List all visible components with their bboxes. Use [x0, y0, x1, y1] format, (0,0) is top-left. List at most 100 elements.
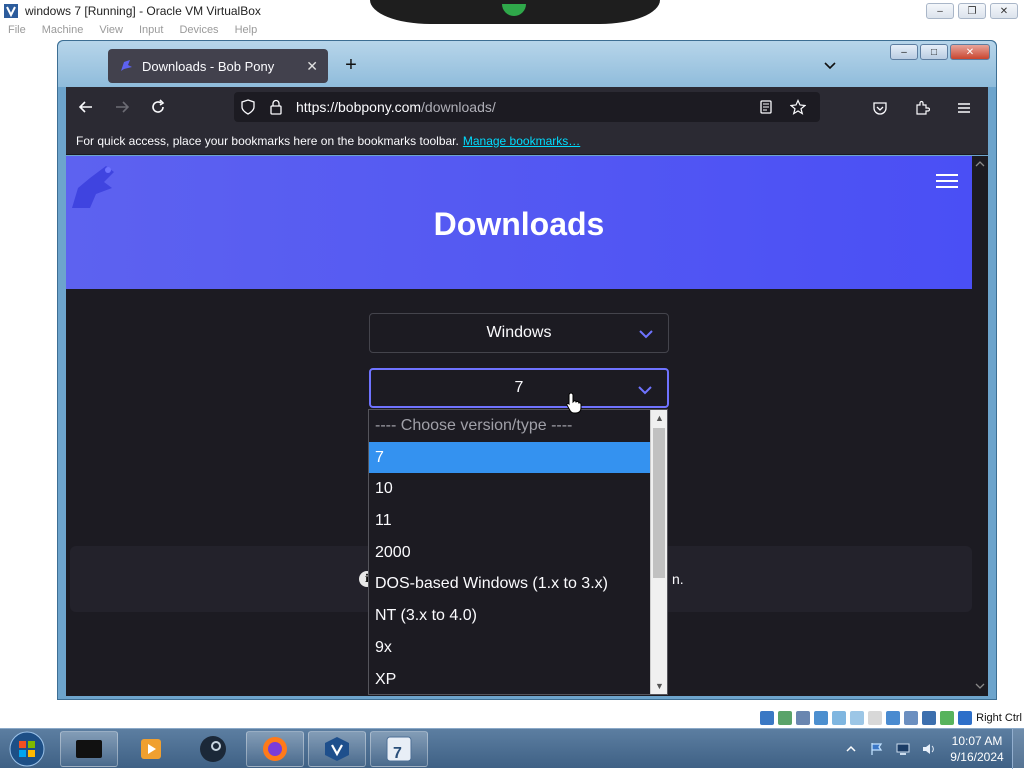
dropdown-option[interactable]: 11: [369, 505, 651, 537]
dropdown-option[interactable]: NT (3.x to 4.0): [369, 600, 651, 632]
vbox-minitoolbar-notch: [370, 0, 660, 24]
extensions-button[interactable]: [906, 92, 938, 124]
url-text: https://bobpony.com/downloads/: [296, 99, 496, 115]
menu-devices[interactable]: Devices: [171, 24, 226, 40]
dropdown-option[interactable]: DOS-based Windows (1.x to 3.x): [369, 568, 651, 600]
mouse-integration-status-icon[interactable]: [940, 711, 955, 725]
show-desktop-button[interactable]: [1012, 729, 1024, 769]
volume-icon[interactable]: [921, 741, 937, 757]
pocket-button[interactable]: [864, 92, 896, 124]
page-title: Downloads: [433, 206, 605, 242]
taskbar-media-player-button[interactable]: [122, 731, 180, 767]
app-menu-button[interactable]: [948, 92, 980, 124]
optical-drive-status-icon[interactable]: [778, 711, 793, 725]
navigation-toolbar: https://bobpony.com/downloads/: [66, 87, 988, 127]
steam-icon: [200, 736, 226, 762]
list-all-tabs-chevron-icon[interactable]: [822, 57, 838, 73]
display-status-icon[interactable]: [868, 711, 883, 725]
reader-view-icon[interactable]: [752, 93, 780, 121]
vbox-running-indicator: [502, 4, 526, 16]
dropdown-placeholder-option[interactable]: ---- Choose version/type ----: [369, 410, 651, 442]
host-restore-button[interactable]: ❐: [958, 3, 986, 19]
vbox-window-title: windows 7 [Running] - Oracle VM VirtualB…: [25, 4, 261, 18]
cpu-status-icon[interactable]: [922, 711, 937, 725]
start-button-windows-icon[interactable]: [8, 731, 46, 767]
menu-view[interactable]: View: [91, 24, 131, 40]
clock-date: 9/16/2024: [950, 750, 1004, 764]
tab-close-icon[interactable]: ✕: [306, 58, 318, 75]
taskbar-clock[interactable]: 10:07 AM 9/16/2024: [942, 733, 1012, 765]
lock-icon[interactable]: [262, 93, 290, 121]
menu-help[interactable]: Help: [227, 24, 266, 40]
menu-input[interactable]: Input: [131, 24, 171, 40]
pocket-icon: [873, 102, 887, 115]
tracking-protection-shield-icon[interactable]: [234, 93, 262, 121]
dropdown-option[interactable]: 7: [369, 441, 651, 474]
media-player-icon: [141, 739, 161, 759]
dropdown-scroll-down-icon[interactable]: ▼: [651, 678, 667, 694]
chevron-down-icon: [639, 330, 653, 339]
menu-machine[interactable]: Machine: [34, 24, 92, 40]
version-dropdown-list[interactable]: ---- Choose version/type ---- 7 10 11 2000 DO…: [368, 409, 668, 695]
shared-folders-status-icon[interactable]: [850, 711, 865, 725]
tab-downloads[interactable]: Downloads - Bob Pony ✕: [108, 49, 328, 83]
recording-status-icon[interactable]: [886, 711, 901, 725]
page-header-banner: Downloads: [66, 156, 972, 289]
audio-status-icon[interactable]: [796, 711, 811, 725]
page-scrollbar[interactable]: [972, 156, 988, 696]
taskbar-windows7-vm-button[interactable]: 7: [370, 731, 428, 767]
vbox-statusbar: Right Ctrl: [0, 708, 1024, 728]
site-menu-hamburger-icon[interactable]: [936, 174, 958, 188]
menu-file[interactable]: File: [0, 24, 34, 40]
clock-time: 10:07 AM: [951, 734, 1003, 748]
dropdown-option[interactable]: 10: [369, 473, 651, 505]
firefox-maximize-button[interactable]: □: [920, 44, 948, 60]
dropdown-scrollbar[interactable]: ▲ ▼: [650, 410, 667, 694]
url-bar[interactable]: https://bobpony.com/downloads/: [234, 92, 820, 122]
vt-x-status-icon[interactable]: [904, 711, 919, 725]
forward-button[interactable]: [106, 91, 138, 123]
keyboard-capture-status-icon[interactable]: [958, 711, 973, 725]
os-select-value: Windows: [486, 324, 552, 341]
dropdown-scroll-thumb[interactable]: [653, 428, 665, 578]
forward-arrow-icon: [116, 101, 130, 113]
host-minimize-button[interactable]: –: [926, 3, 954, 19]
os-family-select[interactable]: Windows: [369, 313, 669, 353]
url-domain: https://bobpony.com: [296, 99, 422, 115]
taskbar-firefox-button[interactable]: [246, 731, 304, 767]
taskbar-media-app-button[interactable]: [60, 731, 118, 767]
bobpony-favicon-icon: [121, 60, 132, 71]
host-close-button[interactable]: ✕: [990, 3, 1018, 19]
dropdown-scroll-up-icon[interactable]: ▲: [651, 410, 667, 426]
action-center-flag-icon[interactable]: [869, 741, 885, 757]
puzzle-icon: [916, 100, 930, 115]
usb-status-icon[interactable]: [832, 711, 847, 725]
firefox-close-button[interactable]: ✕: [950, 44, 990, 60]
scroll-up-icon[interactable]: [975, 160, 985, 168]
dropdown-option[interactable]: 9x: [369, 632, 651, 664]
show-hidden-icons-chevron-icon[interactable]: [843, 741, 859, 757]
taskbar-steam-button[interactable]: [184, 731, 242, 767]
network-icon[interactable]: [895, 741, 911, 757]
taskbar-virtualbox-button[interactable]: [308, 731, 366, 767]
dropdown-option[interactable]: XP: [369, 664, 651, 695]
version-select-value: 7: [514, 379, 524, 396]
reload-button[interactable]: [142, 91, 174, 123]
network-status-icon[interactable]: [814, 711, 829, 725]
media-app-icon: [76, 740, 102, 758]
firefox-minimize-button[interactable]: –: [890, 44, 918, 60]
chevron-down-icon: [638, 386, 652, 395]
scroll-down-icon[interactable]: [975, 682, 985, 690]
bookmark-star-icon[interactable]: [784, 93, 812, 121]
virtualbox-app-icon: [4, 4, 18, 18]
reload-icon: [152, 99, 165, 113]
svg-text:7: 7: [393, 745, 402, 762]
version-select[interactable]: 7: [369, 368, 669, 408]
dropdown-option[interactable]: 2000: [369, 537, 651, 569]
bobpony-logo-icon[interactable]: [68, 160, 118, 210]
back-button[interactable]: [70, 91, 102, 123]
hdd-status-icon[interactable]: [760, 711, 775, 725]
manage-bookmarks-link[interactable]: Manage bookmarks…: [463, 134, 580, 148]
new-tab-button[interactable]: +: [340, 55, 362, 77]
back-arrow-icon: [78, 101, 92, 113]
